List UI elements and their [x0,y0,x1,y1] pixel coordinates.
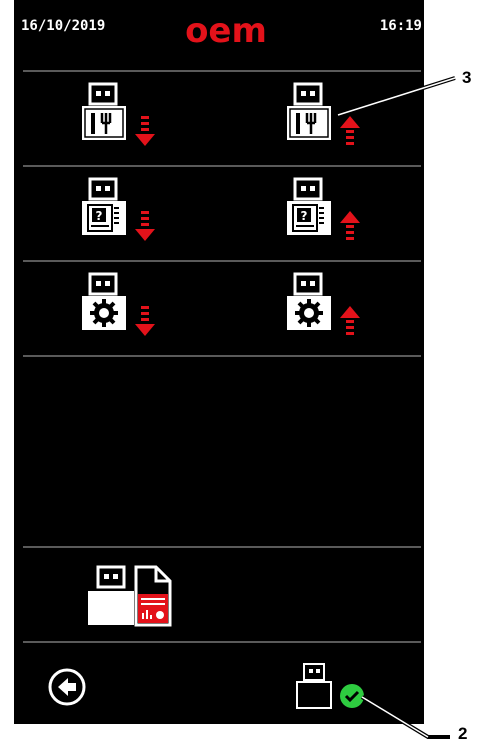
oem-logo: oem [176,10,276,51]
export-recipes-button[interactable] [279,82,369,162]
export-report-button[interactable] [84,562,184,632]
callout-label-top: 3 [462,68,472,87]
import-manual-button[interactable]: ? [74,177,164,257]
divider [23,70,421,72]
usb-manual-import-icon: ? [82,177,155,241]
svg-text:?: ? [301,209,308,223]
date-label: 16/10/2019 [21,18,106,34]
usb-report-export-icon [88,565,172,627]
import-settings-button[interactable] [74,272,164,352]
usb-manual-export-icon: ? [287,177,360,240]
usb-settings-import-icon [82,272,155,336]
export-manual-button[interactable]: ? [279,177,369,257]
usb-recipes-export-icon [287,82,360,145]
divider [23,546,421,548]
divider [23,641,421,643]
svg-text:?: ? [96,209,103,223]
export-settings-button[interactable] [279,272,369,352]
device-screen: 16/10/2019 oem 16:19 ? ? [14,0,424,724]
back-button[interactable] [46,666,88,708]
divider [23,165,421,167]
divider [23,355,421,357]
brand-text: oem [185,11,267,50]
usb-recipes-import-icon [82,82,155,146]
usb-connected-check-icon [296,663,364,709]
usb-status [292,660,372,712]
divider [23,260,421,262]
callout-label-bottom: 2 [458,724,468,743]
usb-settings-export-icon [287,272,360,335]
back-arrow-icon [48,668,86,706]
import-recipes-button[interactable] [74,82,164,162]
time-label: 16:19 [379,18,422,34]
